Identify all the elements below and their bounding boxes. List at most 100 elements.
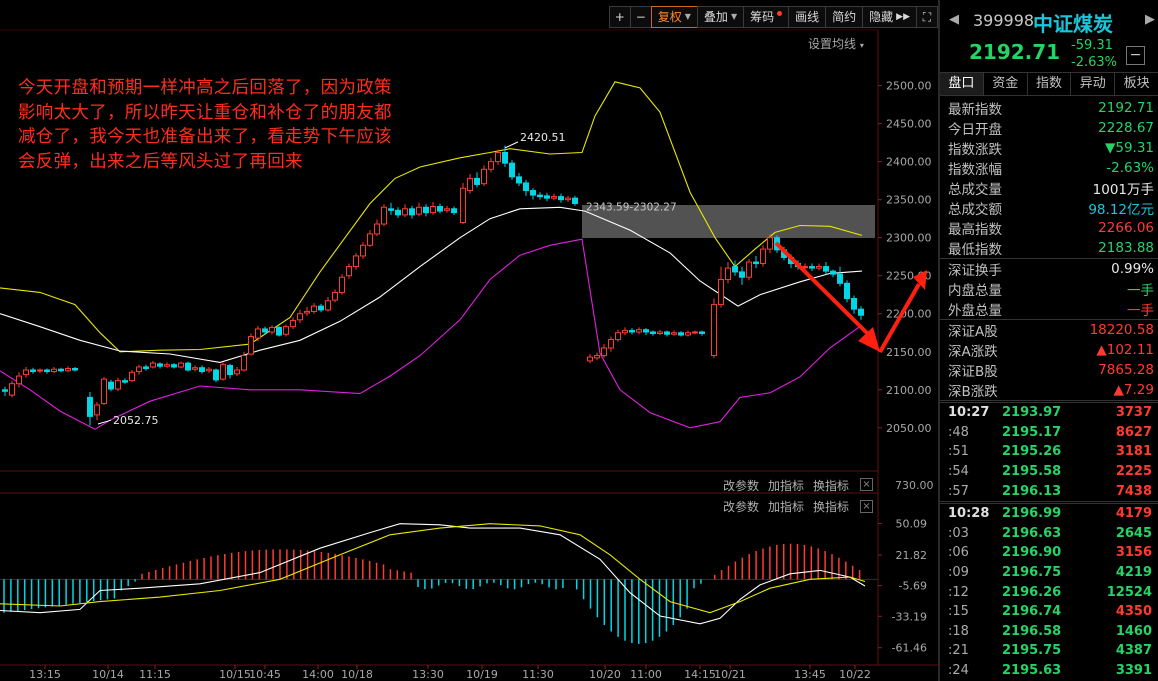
time-axis-label: 10/14 [92,668,124,681]
candle [409,205,415,219]
stat-label: 外盘总量 [948,303,1002,319]
stat-label: 总成交量 [948,182,1002,198]
candle-body [339,276,345,293]
candle [523,179,529,196]
candle [227,363,233,379]
candle-body [37,369,43,372]
stat-row: 指数涨幅 -2.63% [940,158,1158,178]
candle-body [629,329,635,333]
candle [760,245,766,267]
candle-body [262,328,268,333]
stat-label: 最新指数 [948,102,1002,118]
candle [711,298,717,358]
stat-label: 总成交额 [948,202,1002,218]
time-axis-label: 11:30 [522,668,554,681]
time-axis-label: 10/18 [341,668,373,681]
candle [622,327,628,336]
candle-body [467,177,473,192]
candle-body [9,383,15,396]
notification-dot-icon [777,10,783,16]
tick-row: :18 2196.58 1460 [940,622,1158,642]
candle-body [844,282,850,300]
time-axis-label: 13:15 [29,668,61,681]
tick-time: :09 [948,565,969,581]
tick-volume: 3737 [1115,405,1152,421]
stat-value: 一手 [1127,303,1154,319]
macd-change-params-button[interactable]: 改参数 [723,498,759,515]
candle-body [213,369,219,381]
tab-zhishu[interactable]: 指数 [1028,73,1072,95]
tick-row: 10:27 2193.97 3737 [940,403,1158,423]
candle [374,219,380,237]
stat-value: ▲7.29 [1113,382,1154,398]
overlay-label: 叠加 [703,10,728,24]
stat-value: 18220.58 [1089,322,1154,338]
candle [381,204,387,227]
candle-body [30,369,36,373]
candle-body [451,208,457,214]
candle-body [72,367,78,371]
fullscreen-button[interactable]: ⛶ [916,6,938,28]
tab-pankou[interactable]: 盘口 [940,73,984,95]
candle-body [171,364,177,368]
simple-mode-button[interactable]: 简约 [825,6,864,28]
candle-body [129,371,135,382]
chips-button[interactable]: 筹码 [743,6,790,28]
candle [367,230,373,247]
chart-area[interactable]: 2500.00 2450.00 2400.00 2350.00 2300.00 2250.… [0,0,938,681]
minus-icon: − [635,10,646,24]
candle-body [823,266,829,272]
macd-add-indicator-button[interactable]: 加指标 [768,498,804,515]
vol-switch-indicator-button[interactable]: 换指标 [813,477,849,494]
candle [72,366,78,372]
tab-yidong[interactable]: 异动 [1071,73,1116,95]
stat-row: 最高指数 2266.06 [940,218,1158,238]
candle [601,344,607,358]
tab-bankuai[interactable]: 板块 [1115,73,1158,95]
candle [346,263,352,279]
next-stock-icon[interactable]: ▶ [1145,12,1155,27]
candle [171,363,177,369]
price-axis-label: 2200.00 [886,308,932,321]
candle [636,327,642,335]
candle-body [44,369,50,373]
remove-watch-button[interactable]: − [1126,46,1145,65]
candle [108,379,114,392]
candle [185,361,191,372]
tick-row: :51 2195.26 3181 [940,442,1158,462]
candle [87,392,93,426]
candle-body [481,168,487,185]
candle-body [367,233,373,246]
tick-row: 10:28 2196.99 4179 [940,504,1158,524]
tick-time: 10:27 [948,405,990,421]
zoom-in-button[interactable]: + [608,6,631,28]
candle [311,303,317,314]
candle [753,255,759,269]
fuquan-dropdown[interactable]: 复权 ▼ [650,6,698,28]
candle-body [739,271,745,278]
candle-body [115,380,121,390]
time-axis-label: 11:00 [630,668,662,681]
stat-label: 内盘总量 [948,283,1002,299]
hide-panel-button[interactable]: 隐藏 ▶▶ [862,6,917,28]
candle [276,325,282,337]
overlay-dropdown[interactable]: 叠加 ▼ [696,6,745,28]
ma-setting-dropdown[interactable]: 设置均线 ▾ [808,35,864,52]
candle-body [509,162,515,178]
tick-time: :03 [948,525,969,541]
macd-switch-indicator-button[interactable]: 换指标 [813,498,849,515]
macd-axis-label: 21.82 [896,549,928,562]
time-axis-label: 11:15 [139,668,171,681]
zoom-out-button[interactable]: − [629,6,652,28]
macd-close-icon[interactable]: × [860,500,873,513]
vol-change-params-button[interactable]: 改参数 [723,477,759,494]
tab-zijin[interactable]: 资金 [984,73,1028,95]
candle-body [718,279,724,306]
vol-add-indicator-button[interactable]: 加指标 [768,477,804,494]
prev-stock-icon[interactable]: ◀ [949,12,959,27]
tick-price: 2195.58 [1002,464,1062,480]
vol-close-icon[interactable]: × [860,478,873,491]
high-price-label: 2420.51 [520,131,566,144]
candle-body [157,363,163,367]
draw-line-button[interactable]: 画线 [788,6,827,28]
